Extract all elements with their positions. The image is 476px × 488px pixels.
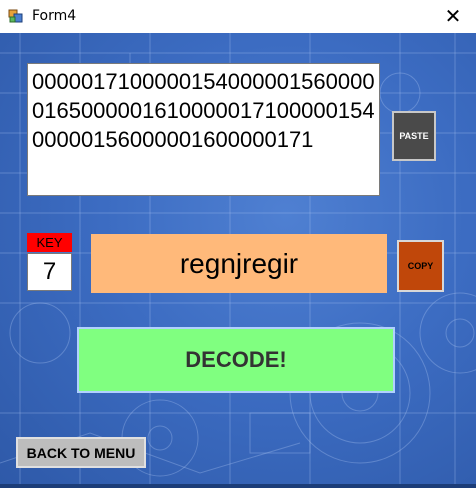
window-title: Form4	[32, 8, 77, 24]
bottom-border	[0, 484, 476, 488]
close-icon[interactable]: ✕	[430, 0, 476, 33]
paste-button[interactable]: PASTE	[392, 111, 436, 161]
back-to-menu-button[interactable]: BACK TO MENU	[16, 437, 146, 468]
title-bar: Form4 ✕	[0, 0, 476, 33]
copy-button[interactable]: COPY	[397, 240, 444, 292]
key-input[interactable]: 7	[27, 253, 72, 291]
form-app-icon	[8, 9, 23, 23]
cipher-input[interactable]: 0000017100000154000001560000016500000161…	[27, 63, 380, 196]
key-label: KEY	[27, 233, 72, 252]
form-client-area: 0000017100000154000001560000016500000161…	[0, 33, 476, 488]
decoded-output: regnjregir	[91, 234, 387, 293]
decode-button[interactable]: DECODE!	[77, 327, 395, 393]
